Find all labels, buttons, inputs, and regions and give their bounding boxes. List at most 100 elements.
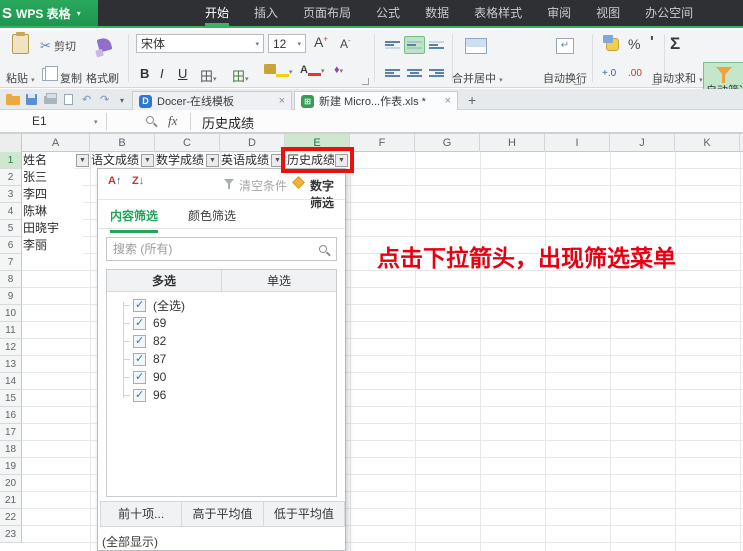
align-left-button[interactable] <box>382 64 403 82</box>
align-top-button[interactable] <box>382 36 403 54</box>
row-header[interactable]: 23 <box>0 526 22 543</box>
undo-icon[interactable]: ↶ <box>82 93 91 106</box>
paste-button[interactable]: 粘贴 ▾ <box>6 70 35 86</box>
checkbox-checked-icon[interactable] <box>133 389 146 402</box>
align-bottom-button[interactable] <box>426 36 447 54</box>
name-box-dropdown-icon[interactable]: ▾ <box>94 118 98 126</box>
row-header[interactable]: 20 <box>0 475 22 492</box>
formula-bar-value[interactable]: 历史成绩 <box>202 113 254 132</box>
row-header[interactable]: 12 <box>0 339 22 356</box>
row-header[interactable]: 7 <box>0 254 22 271</box>
row-header[interactable]: 16 <box>0 407 22 424</box>
menu-insert[interactable]: 插入 <box>254 0 278 26</box>
cut-button[interactable]: ✂ 剪切 <box>40 38 76 54</box>
above-average-button[interactable]: 高于平均值 <box>182 502 263 526</box>
insert-function-button[interactable]: fx <box>168 113 177 129</box>
row-header[interactable]: 21 <box>0 492 22 509</box>
row-header[interactable]: 1 <box>0 152 22 169</box>
filter-item[interactable]: 87 <box>107 350 166 368</box>
row-header[interactable]: 19 <box>0 458 22 475</box>
menu-formulas[interactable]: 公式 <box>376 0 400 26</box>
redo-icon[interactable]: ↷ <box>100 93 109 106</box>
align-center-button[interactable] <box>404 64 425 82</box>
cell-a1[interactable]: 姓名 <box>23 152 75 169</box>
row-header[interactable]: 10 <box>0 305 22 322</box>
below-average-button[interactable]: 低于平均值 <box>264 502 344 526</box>
borders-button[interactable]: 田▾ <box>200 66 217 85</box>
row-header[interactable]: 15 <box>0 390 22 407</box>
comma-format-button[interactable]: ' <box>650 34 654 52</box>
grow-font-button[interactable]: A+ <box>314 34 328 50</box>
tab-content-filter[interactable]: 内容筛选 <box>110 207 158 233</box>
cell-d1[interactable]: 英语成绩 <box>221 152 270 169</box>
filter-dropdown-b[interactable]: ▼ <box>141 154 154 167</box>
decrease-decimal-button[interactable]: .00 <box>628 68 642 79</box>
filter-item[interactable]: 96 <box>107 386 166 404</box>
dialog-launcher-icon[interactable] <box>362 78 369 85</box>
increase-decimal-button[interactable]: +.0 <box>602 68 616 79</box>
dialog-launcher-icon[interactable] <box>574 78 581 85</box>
filter-search-input[interactable] <box>113 239 308 259</box>
cell-c1[interactable]: 数学成绩 <box>156 152 205 169</box>
row-header[interactable]: 22 <box>0 509 22 526</box>
cell-b1[interactable]: 语文成绩 <box>91 152 140 169</box>
column-header-h[interactable]: H <box>480 134 545 153</box>
font-name-select[interactable]: 宋体▾ <box>136 34 264 53</box>
italic-button[interactable]: I <box>160 66 164 81</box>
row-header[interactable]: 4 <box>0 203 22 220</box>
format-painter-button[interactable]: 格式刷 <box>86 70 119 86</box>
font-size-select[interactable]: 12▾ <box>268 34 306 53</box>
filter-item[interactable]: 82 <box>107 332 166 350</box>
column-header-f[interactable]: F <box>350 134 415 153</box>
tab-new-workbook[interactable]: ⊞ 新建 Micro...作表.xls * × <box>294 91 458 110</box>
shrink-font-button[interactable]: A- <box>340 36 351 51</box>
column-header-g[interactable]: G <box>415 134 480 153</box>
cell-a6[interactable]: 李丽 <box>23 237 83 254</box>
cell-a4[interactable]: 陈琳 <box>23 203 83 220</box>
filter-item[interactable]: 69 <box>107 314 166 332</box>
multi-select-header[interactable]: 多选 <box>107 270 222 291</box>
select-all-corner[interactable] <box>0 134 22 153</box>
column-header-c[interactable]: C <box>155 134 220 153</box>
column-header-i[interactable]: I <box>545 134 610 153</box>
row-header[interactable]: 13 <box>0 356 22 373</box>
cell-style-button[interactable]: 田▾ <box>232 66 249 85</box>
checkbox-checked-icon[interactable] <box>133 317 146 330</box>
open-file-icon[interactable] <box>6 96 20 105</box>
close-icon[interactable]: × <box>445 95 451 107</box>
currency-format-icon[interactable] <box>606 38 619 51</box>
cell-a2[interactable]: 张三 <box>23 169 83 186</box>
autosum-button[interactable]: 自动求和 ▾ <box>652 70 703 86</box>
menu-home[interactable]: 开始 <box>205 0 229 26</box>
cell-a5[interactable]: 田晓宇 <box>23 220 83 237</box>
checkbox-checked-icon[interactable] <box>133 299 146 312</box>
filter-item-select-all[interactable]: (全选) <box>107 296 185 314</box>
zoom-search-icon[interactable] <box>146 116 154 124</box>
checkbox-checked-icon[interactable] <box>133 335 146 348</box>
wps-logo[interactable]: S WPS 表格 ▾ <box>0 0 98 26</box>
menu-view[interactable]: 视图 <box>596 0 620 26</box>
close-icon[interactable]: × <box>279 95 285 107</box>
new-tab-button[interactable]: + <box>468 92 476 108</box>
single-select-header[interactable]: 单选 <box>222 270 336 291</box>
row-header[interactable]: 6 <box>0 237 22 254</box>
quick-access-dropdown-icon[interactable]: ▾ <box>120 96 124 105</box>
save-icon[interactable] <box>26 94 37 105</box>
bold-button[interactable]: B <box>140 66 149 81</box>
sort-ascending-button[interactable]: A↑ <box>108 175 121 187</box>
column-header-k[interactable]: K <box>675 134 740 153</box>
filter-item[interactable]: 90 <box>107 368 166 386</box>
merge-center-button[interactable]: 合并居中 ▾ <box>452 70 503 86</box>
menu-data[interactable]: 数据 <box>425 0 449 26</box>
print-preview-icon[interactable] <box>64 94 73 105</box>
align-right-button[interactable] <box>426 64 447 82</box>
checkbox-checked-icon[interactable] <box>133 353 146 366</box>
top-ten-button[interactable]: 前十项... <box>101 502 182 526</box>
align-middle-button[interactable] <box>404 36 425 54</box>
filter-dropdown-a[interactable]: ▼ <box>76 154 89 167</box>
column-header-j[interactable]: J <box>610 134 675 153</box>
checkbox-checked-icon[interactable] <box>133 371 146 384</box>
tab-color-filter[interactable]: 颜色筛选 <box>188 207 236 224</box>
font-color-button[interactable]: A▾ <box>300 64 324 76</box>
column-header-d[interactable]: D <box>220 134 285 153</box>
